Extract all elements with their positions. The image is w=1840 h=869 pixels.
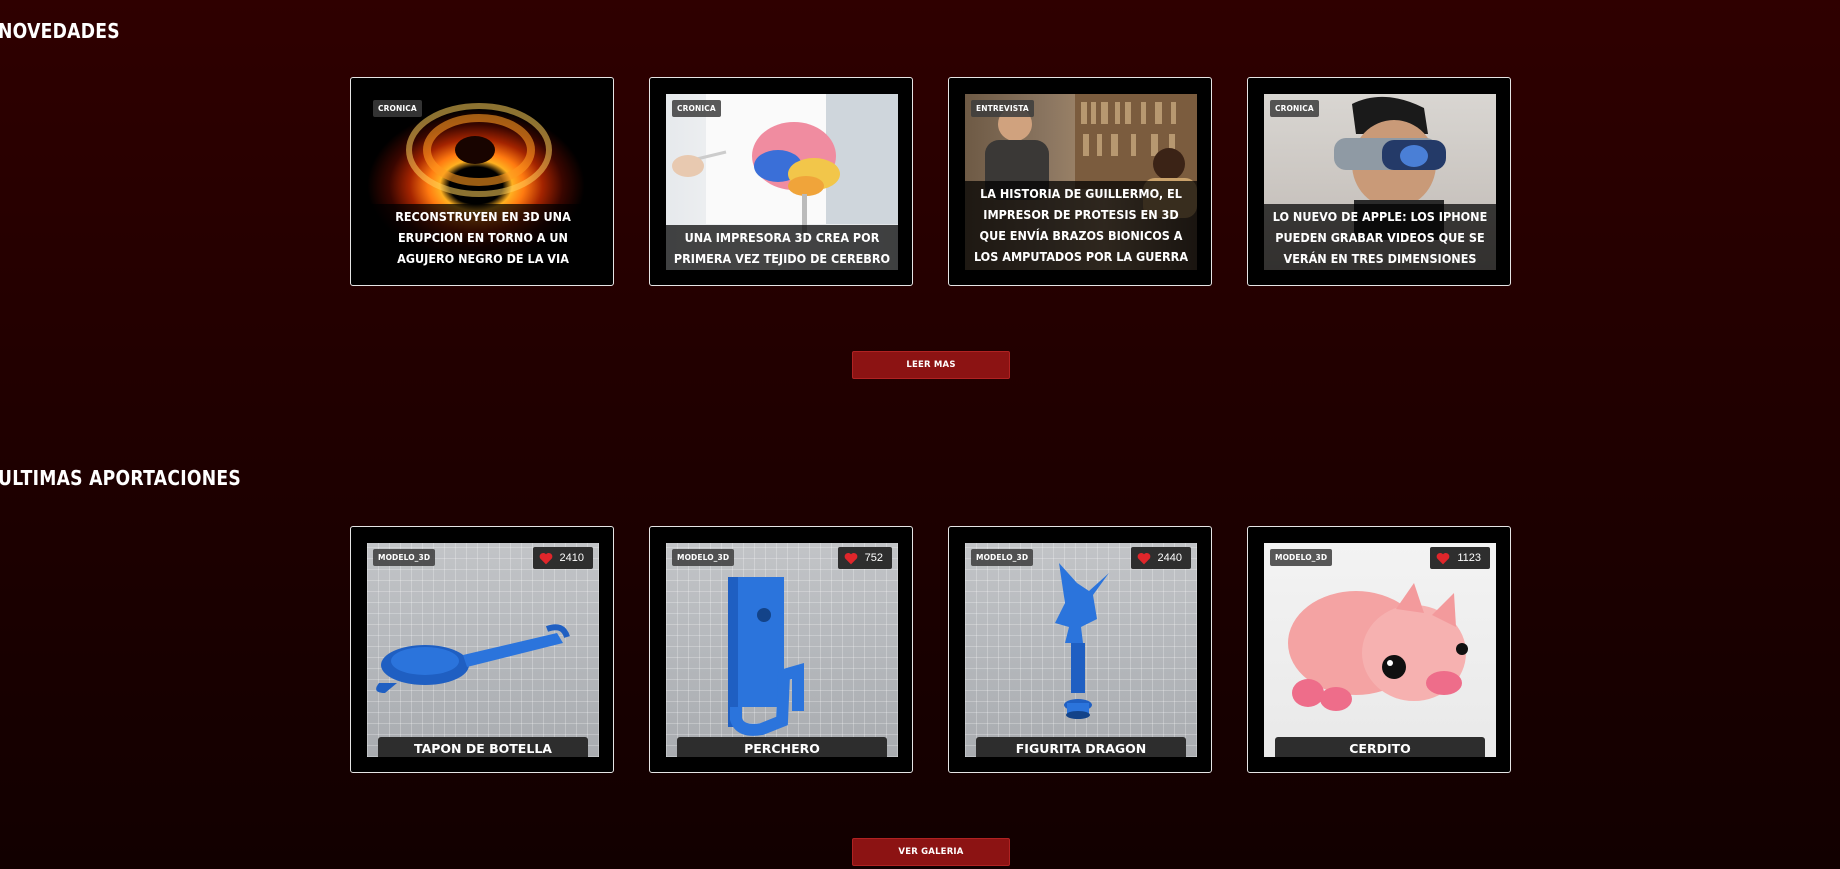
heart-icon — [1437, 552, 1450, 564]
model-card[interactable]: MODELO_3D 2410 TAPON DE BOTELLA — [350, 526, 614, 773]
news-card[interactable]: CRONICA LO NUEVO DE APPLE: LOS IPHONE PU… — [1247, 77, 1511, 286]
model-name: PERCHERO — [677, 737, 887, 757]
category-tag: MODELO_3D — [672, 549, 735, 566]
likes-count: 2440 — [1157, 552, 1182, 564]
heart-icon — [844, 552, 857, 564]
news-title: LA HISTORIA DE GUILLERMO, EL IMPRESOR DE… — [965, 181, 1197, 270]
model-image-bottle-cap: MODELO_3D 2410 TAPON DE BOTELLA — [367, 543, 599, 757]
category-tag: CRONICA — [1270, 100, 1319, 117]
news-card[interactable]: CRONICA RECONSTRUYEN EN 3D UNA ERUPCION … — [350, 77, 614, 286]
category-tag: CRONICA — [373, 100, 422, 117]
category-tag: MODELO_3D — [1270, 549, 1333, 566]
category-tag: ENTREVISTA — [971, 100, 1034, 117]
heart-icon — [1137, 552, 1150, 564]
likes-counter[interactable]: 2410 — [532, 547, 593, 569]
model-name: FIGURITA DRAGON — [976, 737, 1186, 757]
news-card[interactable]: ENTREVISTA LA HISTORIA DE GUILLERMO, EL … — [948, 77, 1212, 286]
contributions-row: MODELO_3D 2410 TAPON DE BOTELLA MODELO_3… — [350, 526, 1514, 773]
model-card[interactable]: MODELO_3D 1123 CERDITO — [1247, 526, 1511, 773]
news-card[interactable]: CRONICA UNA IMPRESORA 3D CREA POR PRIMER… — [649, 77, 913, 286]
news-title: RECONSTRUYEN EN 3D UNA ERUPCION EN TORNO… — [367, 204, 599, 270]
model-image-hanger: MODELO_3D 752 PERCHERO — [666, 543, 898, 757]
model-image-dragon: MODELO_3D 2440 FIGURITA DRAGON — [965, 543, 1197, 757]
news-title: UNA IMPRESORA 3D CREA POR PRIMERA VEZ TE… — [666, 225, 898, 270]
likes-counter[interactable]: 2440 — [1130, 547, 1191, 569]
model-card[interactable]: MODELO_3D 752 PERCHERO — [649, 526, 913, 773]
likes-counter[interactable]: 752 — [837, 547, 892, 569]
section-title-novedades: NOVEDADES — [0, 19, 120, 43]
read-more-button[interactable]: LEER MAS — [852, 351, 1010, 379]
news-image-vr-headset: CRONICA LO NUEVO DE APPLE: LOS IPHONE PU… — [1264, 94, 1496, 270]
category-tag: MODELO_3D — [373, 549, 436, 566]
likes-count: 1123 — [1457, 552, 1481, 564]
news-image-brain-model: CRONICA UNA IMPRESORA 3D CREA POR PRIMER… — [666, 94, 898, 270]
likes-counter[interactable]: 1123 — [1430, 547, 1490, 569]
category-tag: MODELO_3D — [971, 549, 1034, 566]
heart-icon — [539, 552, 552, 564]
model-card[interactable]: MODELO_3D 2440 FIGURITA DRAGON — [948, 526, 1212, 773]
model-name: TAPON DE BOTELLA — [378, 737, 588, 757]
category-tag: CRONICA — [672, 100, 721, 117]
model-image-piglet: MODELO_3D 1123 CERDITO — [1264, 543, 1496, 757]
section-title-ultimas-aportaciones: ULTIMAS APORTACIONES — [0, 466, 242, 490]
news-row: CRONICA RECONSTRUYEN EN 3D UNA ERUPCION … — [350, 77, 1514, 286]
likes-count: 752 — [864, 552, 883, 564]
likes-count: 2410 — [559, 552, 584, 564]
view-gallery-button[interactable]: VER GALERIA — [852, 838, 1010, 866]
news-image-interview: ENTREVISTA LA HISTORIA DE GUILLERMO, EL … — [965, 94, 1197, 270]
news-title: LO NUEVO DE APPLE: LOS IPHONE PUEDEN GRA… — [1264, 204, 1496, 270]
model-name: CERDITO — [1275, 737, 1485, 757]
news-image-black-hole: CRONICA RECONSTRUYEN EN 3D UNA ERUPCION … — [367, 94, 599, 270]
